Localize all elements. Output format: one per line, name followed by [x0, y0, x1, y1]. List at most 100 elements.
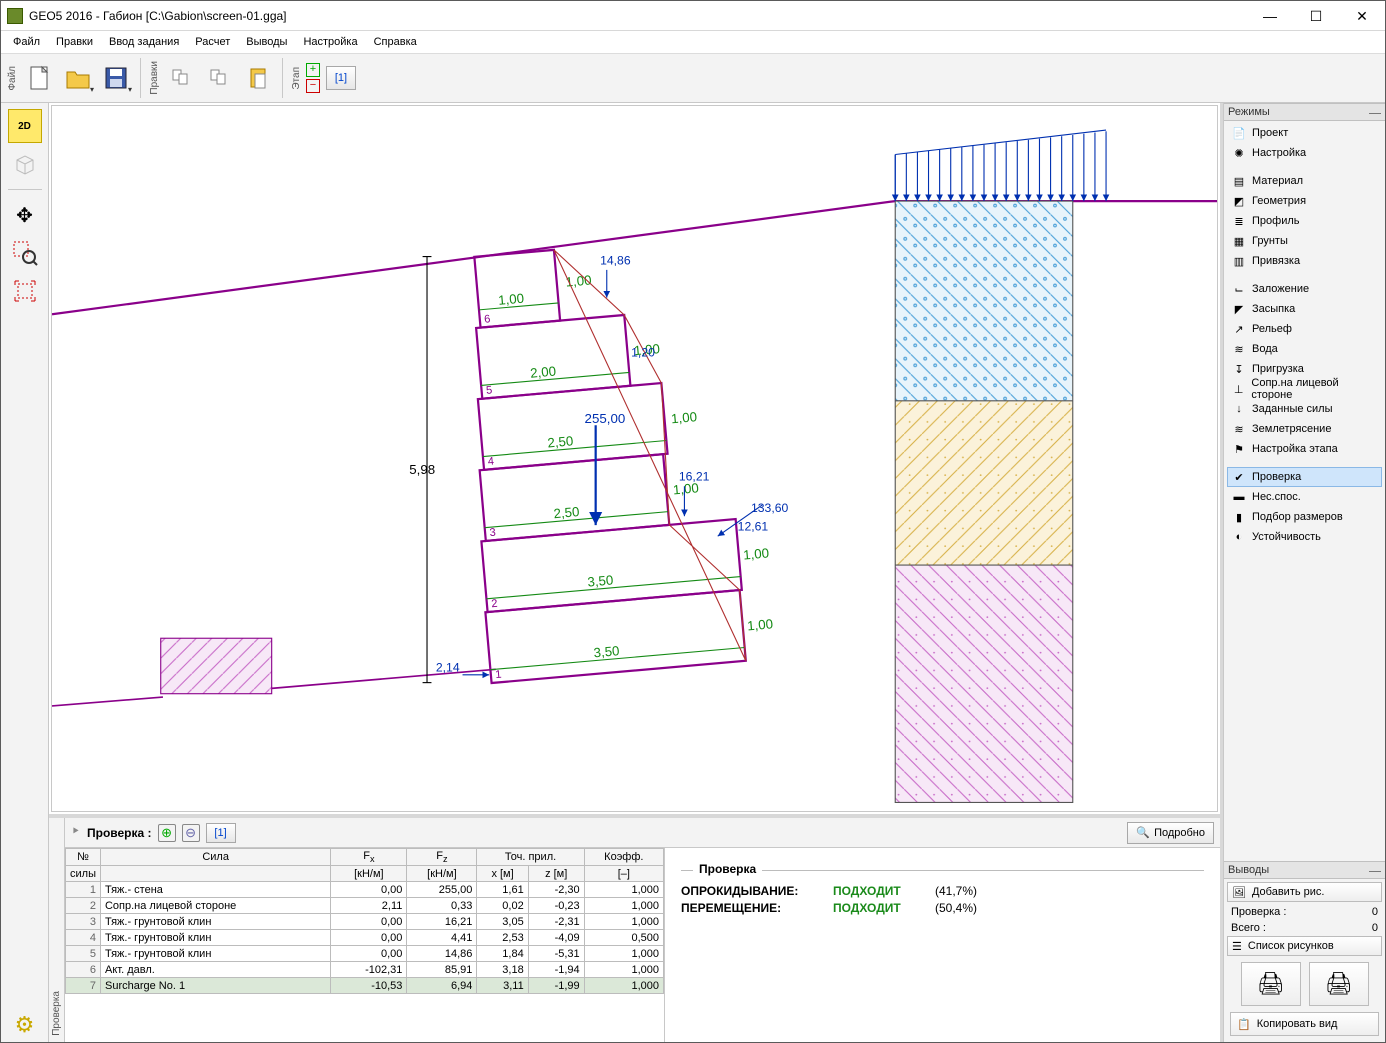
- menu-outputs[interactable]: Выводы: [238, 34, 295, 50]
- remove-stage-button[interactable]: −: [306, 79, 320, 93]
- stage-1-button[interactable]: [1]: [326, 66, 356, 90]
- 2d-view-button[interactable]: 2D: [8, 109, 42, 143]
- table-row[interactable]: 3Тяж.- грунтовой клин0,0016,213,05-2,311…: [66, 914, 664, 930]
- copy-view-button[interactable]: 📋Копировать вид: [1230, 1012, 1379, 1036]
- minimize-button[interactable]: —: [1247, 1, 1293, 31]
- svg-text:133,60: 133,60: [751, 501, 788, 515]
- settings-gear-button[interactable]: ⚙: [8, 1008, 42, 1042]
- menu-input[interactable]: Ввод задания: [101, 34, 187, 50]
- mode-item[interactable]: ⚑Настройка этапа: [1227, 439, 1382, 459]
- add-stage-button[interactable]: +: [306, 63, 320, 77]
- picture-list-button[interactable]: ☰Список рисунков: [1227, 936, 1382, 956]
- mode-item[interactable]: 📄Проект: [1227, 123, 1382, 143]
- mode-icon: ≋: [1232, 342, 1246, 356]
- mode-icon: ▬: [1232, 490, 1246, 504]
- maximize-button[interactable]: ☐: [1293, 1, 1339, 31]
- main-toolbar: Файл ▾ ▾ Правки Этап + − [1]: [1, 53, 1385, 103]
- undo-button[interactable]: [164, 60, 200, 96]
- menu-calc[interactable]: Расчет: [187, 34, 238, 50]
- mode-label: Заложение: [1252, 283, 1309, 295]
- open-file-button[interactable]: ▾: [60, 60, 96, 96]
- table-row[interactable]: 2Сопр.на лицевой стороне2,110,330,02-0,2…: [66, 898, 664, 914]
- svg-text:2: 2: [491, 598, 498, 610]
- mode-icon: ▥: [1232, 254, 1246, 268]
- close-button[interactable]: ✕: [1339, 1, 1385, 31]
- remove-check-button[interactable]: ⊖: [182, 824, 200, 842]
- table-row[interactable]: 1Тяж.- стена0,00255,001,61-2,301,000: [66, 882, 664, 898]
- mode-item[interactable]: ≣ Профиль: [1227, 211, 1382, 231]
- print-color-button[interactable]: 🖨: [1309, 962, 1369, 1006]
- mode-icon: ▤: [1232, 174, 1246, 188]
- mode-label: Профиль: [1252, 215, 1300, 227]
- forces-table[interactable]: № Сила Fx Fz Точ. прил. Коэфф. силы: [65, 848, 665, 1042]
- zoom-area-button[interactable]: [8, 236, 42, 270]
- table-row[interactable]: 7Surcharge No. 1-10,536,943,11-1,991,000: [66, 978, 664, 994]
- collapse-outputs-button[interactable]: [1369, 869, 1381, 872]
- mode-item[interactable]: ↧Пригрузка: [1227, 359, 1382, 379]
- svg-text:2,50: 2,50: [553, 504, 580, 521]
- svg-text:2,00: 2,00: [530, 364, 557, 381]
- check-tab-1[interactable]: [1]: [206, 823, 236, 843]
- drawing-canvas[interactable]: 3,50 3,50 2,50 2,50 2,00 1,00 1,00 1,00 …: [51, 105, 1218, 812]
- mode-label: Геометрия: [1252, 195, 1306, 207]
- mode-icon: ↓: [1232, 402, 1246, 416]
- mode-label: Сопр.на лицевой стороне: [1251, 377, 1377, 401]
- svg-text:1,00: 1,00: [671, 409, 698, 426]
- save-file-button[interactable]: ▾: [98, 60, 134, 96]
- fit-view-button[interactable]: [8, 274, 42, 308]
- paste-button[interactable]: [240, 60, 276, 96]
- mode-item[interactable]: ▦Грунты: [1227, 231, 1382, 251]
- menu-settings[interactable]: Настройка: [295, 34, 365, 50]
- mode-icon: ▮: [1232, 510, 1246, 524]
- menu-help[interactable]: Справка: [366, 34, 425, 50]
- mode-icon: ◤: [1232, 302, 1246, 316]
- mode-item[interactable]: ◐Устойчивость: [1227, 527, 1382, 547]
- mode-item[interactable]: ✺Настройка: [1227, 143, 1382, 163]
- new-file-button[interactable]: [22, 60, 58, 96]
- modes-header: Режимы: [1228, 106, 1270, 118]
- mode-item[interactable]: ✔Проверка: [1227, 467, 1382, 487]
- mode-label: Подбор размеров: [1252, 511, 1343, 523]
- mode-label: Проект: [1252, 127, 1288, 139]
- mode-item[interactable]: ◩ Геометрия: [1227, 191, 1382, 211]
- mode-item[interactable]: ▬Нес.спос.: [1227, 487, 1382, 507]
- mode-label: Рельеф: [1252, 323, 1292, 335]
- print-button[interactable]: 🖨: [1241, 962, 1301, 1006]
- menu-edit[interactable]: Правки: [48, 34, 101, 50]
- add-picture-button[interactable]: 🖼Добавить рис.: [1227, 882, 1382, 902]
- mode-label: Землетрясение: [1252, 423, 1331, 435]
- mode-item[interactable]: ↗Рельеф: [1227, 319, 1382, 339]
- mode-icon: ⊥: [1232, 382, 1245, 396]
- detail-button[interactable]: 🔍Подробно: [1127, 822, 1214, 844]
- 3d-view-button[interactable]: [8, 147, 42, 181]
- mode-label: Устойчивость: [1252, 531, 1321, 543]
- mode-label: Настройка этапа: [1252, 443, 1338, 455]
- mode-icon: ↧: [1232, 362, 1246, 376]
- mode-item[interactable]: ⌙Заложение: [1227, 279, 1382, 299]
- mode-item[interactable]: ▥Привязка: [1227, 251, 1382, 271]
- table-row[interactable]: 4Тяж.- грунтовой клин0,004,412,53-4,090,…: [66, 930, 664, 946]
- bottom-tab-label: Проверка: [51, 991, 62, 1036]
- mode-label: Засыпка: [1252, 303, 1295, 315]
- mode-item[interactable]: ≋Землетрясение: [1227, 419, 1382, 439]
- collapse-modes-button[interactable]: [1369, 111, 1381, 114]
- mode-item[interactable]: ◤ Засыпка: [1227, 299, 1382, 319]
- move-tool-button[interactable]: ✥: [8, 198, 42, 232]
- svg-text:16,21: 16,21: [679, 470, 710, 484]
- mode-item[interactable]: ⊥ Сопр.на лицевой стороне: [1227, 379, 1382, 399]
- copy-button[interactable]: [202, 60, 238, 96]
- mode-item[interactable]: ↓Заданные силы: [1227, 399, 1382, 419]
- table-row[interactable]: 6Акт. давл.-102,3185,913,18-1,941,000: [66, 962, 664, 978]
- add-check-button[interactable]: ⊕: [158, 824, 176, 842]
- mode-label: Грунты: [1252, 235, 1288, 247]
- table-row[interactable]: 5Тяж.- грунтовой клин0,0014,861,84-5,311…: [66, 946, 664, 962]
- mode-item[interactable]: ▤Материал: [1227, 171, 1382, 191]
- menu-file[interactable]: Файл: [5, 34, 48, 50]
- svg-text:3,50: 3,50: [587, 572, 614, 589]
- svg-text:2,50: 2,50: [547, 433, 574, 450]
- mode-item[interactable]: ≋Вода: [1227, 339, 1382, 359]
- svg-text:1,00: 1,00: [498, 291, 525, 308]
- mode-item[interactable]: ▮ Подбор размеров: [1227, 507, 1382, 527]
- mode-icon: ◩: [1232, 194, 1246, 208]
- mode-icon: ≣: [1232, 214, 1246, 228]
